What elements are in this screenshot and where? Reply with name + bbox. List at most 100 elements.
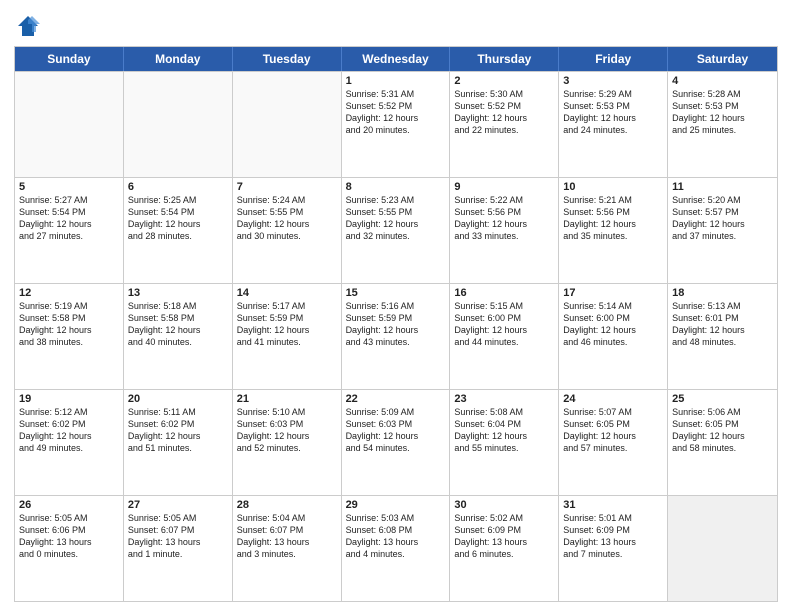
day-number: 22	[346, 393, 446, 405]
day-info-text: Sunrise: 5:12 AM Sunset: 6:02 PM Dayligh…	[19, 406, 119, 455]
day-cell-10: 10Sunrise: 5:21 AM Sunset: 5:56 PM Dayli…	[559, 178, 668, 283]
day-info-text: Sunrise: 5:05 AM Sunset: 6:06 PM Dayligh…	[19, 512, 119, 561]
day-cell-17: 17Sunrise: 5:14 AM Sunset: 6:00 PM Dayli…	[559, 284, 668, 389]
day-number: 12	[19, 287, 119, 299]
day-info-text: Sunrise: 5:18 AM Sunset: 5:58 PM Dayligh…	[128, 300, 228, 349]
day-cell-11: 11Sunrise: 5:20 AM Sunset: 5:57 PM Dayli…	[668, 178, 777, 283]
day-number: 16	[454, 287, 554, 299]
day-cell-4: 4Sunrise: 5:28 AM Sunset: 5:53 PM Daylig…	[668, 72, 777, 177]
header-cell-tuesday: Tuesday	[233, 47, 342, 71]
day-info-text: Sunrise: 5:28 AM Sunset: 5:53 PM Dayligh…	[672, 88, 773, 137]
day-info-text: Sunrise: 5:24 AM Sunset: 5:55 PM Dayligh…	[237, 194, 337, 243]
calendar-row-5: 26Sunrise: 5:05 AM Sunset: 6:06 PM Dayli…	[15, 495, 777, 601]
day-info-text: Sunrise: 5:03 AM Sunset: 6:08 PM Dayligh…	[346, 512, 446, 561]
day-number: 1	[346, 75, 446, 87]
calendar-row-1: 1Sunrise: 5:31 AM Sunset: 5:52 PM Daylig…	[15, 71, 777, 177]
day-info-text: Sunrise: 5:14 AM Sunset: 6:00 PM Dayligh…	[563, 300, 663, 349]
day-info-text: Sunrise: 5:23 AM Sunset: 5:55 PM Dayligh…	[346, 194, 446, 243]
day-cell-18: 18Sunrise: 5:13 AM Sunset: 6:01 PM Dayli…	[668, 284, 777, 389]
day-number: 6	[128, 181, 228, 193]
day-cell-1: 1Sunrise: 5:31 AM Sunset: 5:52 PM Daylig…	[342, 72, 451, 177]
header	[14, 10, 778, 40]
day-info-text: Sunrise: 5:27 AM Sunset: 5:54 PM Dayligh…	[19, 194, 119, 243]
header-cell-saturday: Saturday	[668, 47, 777, 71]
day-cell-31: 31Sunrise: 5:01 AM Sunset: 6:09 PM Dayli…	[559, 496, 668, 601]
day-cell-26: 26Sunrise: 5:05 AM Sunset: 6:06 PM Dayli…	[15, 496, 124, 601]
day-cell-13: 13Sunrise: 5:18 AM Sunset: 5:58 PM Dayli…	[124, 284, 233, 389]
day-number: 3	[563, 75, 663, 87]
day-number: 24	[563, 393, 663, 405]
day-cell-24: 24Sunrise: 5:07 AM Sunset: 6:05 PM Dayli…	[559, 390, 668, 495]
day-number: 10	[563, 181, 663, 193]
day-cell-12: 12Sunrise: 5:19 AM Sunset: 5:58 PM Dayli…	[15, 284, 124, 389]
day-info-text: Sunrise: 5:09 AM Sunset: 6:03 PM Dayligh…	[346, 406, 446, 455]
empty-cell-r0c1	[124, 72, 233, 177]
day-info-text: Sunrise: 5:07 AM Sunset: 6:05 PM Dayligh…	[563, 406, 663, 455]
day-number: 29	[346, 499, 446, 511]
day-number: 11	[672, 181, 773, 193]
day-info-text: Sunrise: 5:05 AM Sunset: 6:07 PM Dayligh…	[128, 512, 228, 561]
day-cell-8: 8Sunrise: 5:23 AM Sunset: 5:55 PM Daylig…	[342, 178, 451, 283]
day-cell-23: 23Sunrise: 5:08 AM Sunset: 6:04 PM Dayli…	[450, 390, 559, 495]
empty-cell-r4c6	[668, 496, 777, 601]
day-cell-9: 9Sunrise: 5:22 AM Sunset: 5:56 PM Daylig…	[450, 178, 559, 283]
calendar-row-4: 19Sunrise: 5:12 AM Sunset: 6:02 PM Dayli…	[15, 389, 777, 495]
day-cell-25: 25Sunrise: 5:06 AM Sunset: 6:05 PM Dayli…	[668, 390, 777, 495]
day-cell-5: 5Sunrise: 5:27 AM Sunset: 5:54 PM Daylig…	[15, 178, 124, 283]
day-number: 2	[454, 75, 554, 87]
day-info-text: Sunrise: 5:19 AM Sunset: 5:58 PM Dayligh…	[19, 300, 119, 349]
day-cell-15: 15Sunrise: 5:16 AM Sunset: 5:59 PM Dayli…	[342, 284, 451, 389]
day-cell-2: 2Sunrise: 5:30 AM Sunset: 5:52 PM Daylig…	[450, 72, 559, 177]
logo-icon	[14, 12, 42, 40]
day-info-text: Sunrise: 5:13 AM Sunset: 6:01 PM Dayligh…	[672, 300, 773, 349]
day-cell-7: 7Sunrise: 5:24 AM Sunset: 5:55 PM Daylig…	[233, 178, 342, 283]
day-info-text: Sunrise: 5:04 AM Sunset: 6:07 PM Dayligh…	[237, 512, 337, 561]
day-number: 15	[346, 287, 446, 299]
day-number: 4	[672, 75, 773, 87]
day-number: 8	[346, 181, 446, 193]
day-cell-14: 14Sunrise: 5:17 AM Sunset: 5:59 PM Dayli…	[233, 284, 342, 389]
day-info-text: Sunrise: 5:08 AM Sunset: 6:04 PM Dayligh…	[454, 406, 554, 455]
day-info-text: Sunrise: 5:01 AM Sunset: 6:09 PM Dayligh…	[563, 512, 663, 561]
calendar-row-2: 5Sunrise: 5:27 AM Sunset: 5:54 PM Daylig…	[15, 177, 777, 283]
day-info-text: Sunrise: 5:30 AM Sunset: 5:52 PM Dayligh…	[454, 88, 554, 137]
day-cell-16: 16Sunrise: 5:15 AM Sunset: 6:00 PM Dayli…	[450, 284, 559, 389]
day-number: 18	[672, 287, 773, 299]
header-cell-sunday: Sunday	[15, 47, 124, 71]
day-number: 9	[454, 181, 554, 193]
day-number: 7	[237, 181, 337, 193]
header-cell-thursday: Thursday	[450, 47, 559, 71]
page: SundayMondayTuesdayWednesdayThursdayFrid…	[0, 0, 792, 612]
empty-cell-r0c0	[15, 72, 124, 177]
calendar-row-3: 12Sunrise: 5:19 AM Sunset: 5:58 PM Dayli…	[15, 283, 777, 389]
header-cell-wednesday: Wednesday	[342, 47, 451, 71]
day-cell-30: 30Sunrise: 5:02 AM Sunset: 6:09 PM Dayli…	[450, 496, 559, 601]
day-info-text: Sunrise: 5:22 AM Sunset: 5:56 PM Dayligh…	[454, 194, 554, 243]
calendar-header-row: SundayMondayTuesdayWednesdayThursdayFrid…	[15, 47, 777, 71]
day-info-text: Sunrise: 5:17 AM Sunset: 5:59 PM Dayligh…	[237, 300, 337, 349]
header-cell-friday: Friday	[559, 47, 668, 71]
day-number: 30	[454, 499, 554, 511]
day-cell-19: 19Sunrise: 5:12 AM Sunset: 6:02 PM Dayli…	[15, 390, 124, 495]
day-number: 20	[128, 393, 228, 405]
day-cell-3: 3Sunrise: 5:29 AM Sunset: 5:53 PM Daylig…	[559, 72, 668, 177]
header-cell-monday: Monday	[124, 47, 233, 71]
day-cell-28: 28Sunrise: 5:04 AM Sunset: 6:07 PM Dayli…	[233, 496, 342, 601]
day-info-text: Sunrise: 5:29 AM Sunset: 5:53 PM Dayligh…	[563, 88, 663, 137]
day-cell-21: 21Sunrise: 5:10 AM Sunset: 6:03 PM Dayli…	[233, 390, 342, 495]
day-cell-29: 29Sunrise: 5:03 AM Sunset: 6:08 PM Dayli…	[342, 496, 451, 601]
day-number: 19	[19, 393, 119, 405]
day-cell-20: 20Sunrise: 5:11 AM Sunset: 6:02 PM Dayli…	[124, 390, 233, 495]
day-number: 25	[672, 393, 773, 405]
day-number: 21	[237, 393, 337, 405]
empty-cell-r0c2	[233, 72, 342, 177]
day-number: 27	[128, 499, 228, 511]
day-info-text: Sunrise: 5:15 AM Sunset: 6:00 PM Dayligh…	[454, 300, 554, 349]
day-number: 5	[19, 181, 119, 193]
day-number: 28	[237, 499, 337, 511]
day-cell-27: 27Sunrise: 5:05 AM Sunset: 6:07 PM Dayli…	[124, 496, 233, 601]
day-info-text: Sunrise: 5:02 AM Sunset: 6:09 PM Dayligh…	[454, 512, 554, 561]
day-info-text: Sunrise: 5:20 AM Sunset: 5:57 PM Dayligh…	[672, 194, 773, 243]
day-info-text: Sunrise: 5:10 AM Sunset: 6:03 PM Dayligh…	[237, 406, 337, 455]
day-info-text: Sunrise: 5:11 AM Sunset: 6:02 PM Dayligh…	[128, 406, 228, 455]
